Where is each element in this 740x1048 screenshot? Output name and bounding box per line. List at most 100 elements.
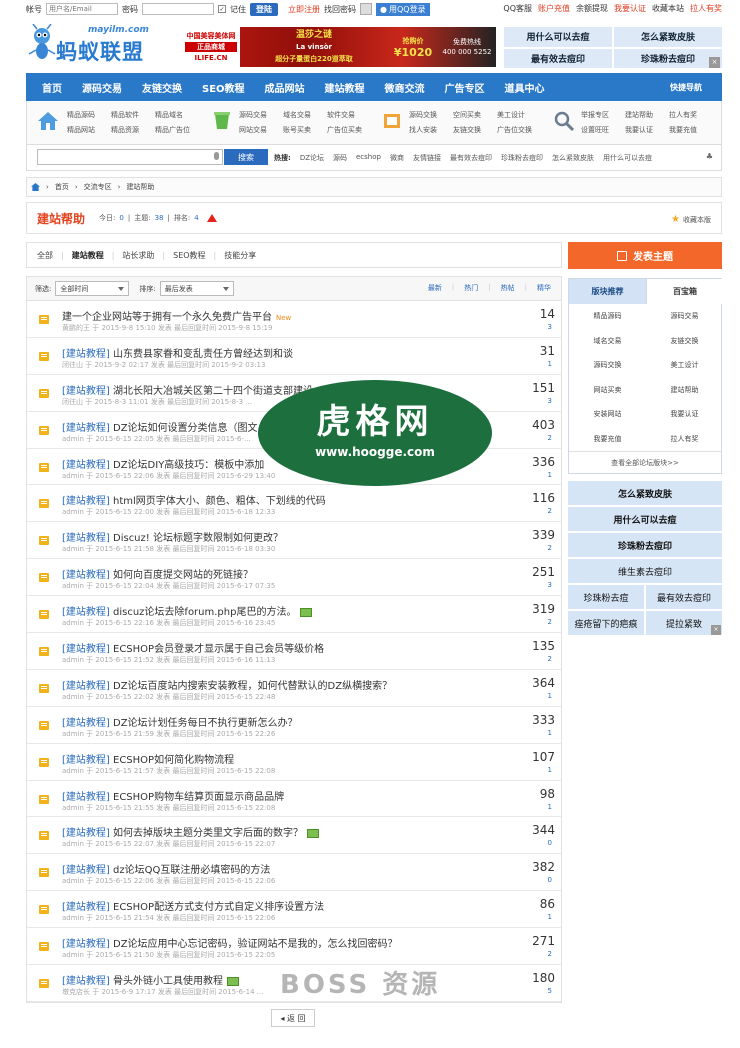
sidebar-forum-link[interactable]: 网站买卖 — [569, 378, 646, 402]
quick-nav-button[interactable]: 快捷导航 — [660, 82, 712, 93]
sidebar-ad[interactable]: 用什么可以去痘 — [568, 507, 722, 531]
subnav-link[interactable]: 域名交易 — [283, 110, 311, 120]
table-row[interactable]: [建站教程] ECSHOP如何简化购物流程 admin 于 2015-6-15 2… — [27, 744, 561, 781]
recharge-link[interactable]: 账户充值 — [538, 3, 570, 14]
time-filter-select[interactable]: 全部时间 — [55, 281, 130, 296]
sidebar-ad[interactable]: 痤疮留下的疤痕 — [568, 611, 644, 635]
view-count[interactable]: 1 — [548, 692, 552, 700]
table-row[interactable]: 建一个企业网站等于拥有一个永久免费广告平台 New 黄鹏的王 于 2015-9-8 … — [27, 301, 561, 338]
subnav-link[interactable]: 找人安装 — [409, 125, 437, 135]
hot-search-item[interactable]: 友情链接 — [413, 153, 441, 163]
thread-category[interactable]: [建站教程] — [62, 644, 110, 655]
view-count[interactable]: 2 — [548, 618, 552, 626]
tab-tutorials[interactable]: 建站教程 — [72, 250, 104, 261]
sidebar-ad[interactable]: 珍珠粉去痘印 — [568, 533, 722, 557]
thread-category[interactable]: [建站教程] — [62, 607, 110, 618]
withdraw-link[interactable]: 余额提现 — [576, 3, 608, 14]
thread-category[interactable]: [建站教程] — [62, 792, 110, 803]
tab-recommend[interactable]: 版块推荐 — [569, 279, 646, 304]
nav-item-props[interactable]: 道具中心 — [495, 80, 555, 95]
view-count[interactable]: 3 — [548, 397, 552, 405]
table-row[interactable]: [建站教程] dz论坛QQ互联注册必填密码的方法 admin 于 2015-6-1… — [27, 854, 561, 892]
tab-all[interactable]: 全部 — [37, 250, 53, 261]
register-link[interactable]: 立即注册 — [288, 4, 320, 15]
thread-title[interactable]: [建站教程] 山东费县家眷和变乱责任方曾经达到和谈 — [62, 345, 293, 360]
forgot-password-link[interactable]: 找回密码 — [324, 4, 356, 15]
thread-category[interactable]: [建站教程] — [62, 460, 110, 471]
thread-category[interactable]: [建站教程] — [62, 533, 110, 544]
subnav-link[interactable]: 源码交易 — [239, 110, 267, 120]
thread-subject[interactable]: 山东费县家眷和变乱责任方曾经达到和谈 — [113, 349, 293, 360]
table-row[interactable]: [建站教程] Discuz! 论坛标题字数限制如何更改？ admin 于 2015… — [27, 522, 561, 560]
sidebar-forum-link[interactable]: 源码交易 — [646, 304, 723, 328]
thread-subject[interactable]: DZ论坛计划任务每日不执行更新怎么办？ — [113, 718, 298, 729]
hot-search-item[interactable]: 用什么可以去痘 — [603, 153, 652, 163]
thread-subject[interactable]: DZ论坛应用中心忘记密码，验证网站不是我的，怎么找回密码？ — [113, 939, 398, 950]
header-ad-1[interactable]: 用什么可以去痘 — [504, 27, 612, 47]
view-count[interactable]: 2 — [548, 544, 552, 552]
thread-subject[interactable]: 如何去掉版块主题分类里文字后面的数字？ — [113, 828, 303, 839]
thread-category[interactable]: [建站教程] — [62, 976, 110, 987]
sidebar-forum-link[interactable]: 精品源码 — [569, 304, 646, 328]
thread-subject[interactable]: ECSHOP配送方式支付方式自定义排序设置方法 — [113, 902, 324, 913]
thread-title[interactable]: 建一个企业网站等于拥有一个永久免费广告平台 New — [62, 308, 291, 323]
login-button[interactable]: 登陆 — [250, 2, 278, 16]
subnav-link[interactable]: 精品网站 — [67, 125, 95, 135]
thread-subject[interactable]: DZ论坛DIY高级技巧：模板中添加 — [113, 460, 264, 471]
tab-seo[interactable]: SEO教程 — [173, 250, 205, 261]
thread-subject[interactable]: ECSHOP会员登录才显示属于自己会员等级价格 — [113, 644, 324, 655]
subnav-link[interactable]: 精品软件 — [111, 110, 139, 120]
view-all-forums-link[interactable]: 查看全部论坛版块>> — [569, 451, 721, 473]
invite-link[interactable]: 拉人有奖 — [690, 3, 722, 14]
nav-item-source-trade[interactable]: 源码交易 — [72, 80, 132, 95]
sidebar-forum-link[interactable]: 美工设计 — [646, 353, 723, 377]
nav-item-ads[interactable]: 广告专区 — [435, 80, 495, 95]
microphone-icon[interactable] — [214, 152, 219, 160]
sidebar-forum-link[interactable]: 友链交换 — [646, 329, 723, 353]
thread-category[interactable]: [建站教程] — [62, 570, 110, 581]
settings-icon[interactable]: ♣ — [706, 152, 713, 161]
thread-title[interactable]: [建站教程] Discuz! 论坛标题字数限制如何更改？ — [62, 529, 283, 544]
subnav-link[interactable]: 我要认证 — [625, 125, 653, 135]
breadcrumb-section[interactable]: 交流专区 — [84, 182, 112, 192]
subnav-link[interactable]: 精品资源 — [111, 125, 139, 135]
view-count[interactable]: 2 — [548, 434, 552, 442]
thread-subject[interactable]: discuz论坛去除forum.php尾巴的方法。 — [113, 607, 296, 618]
hot-search-item[interactable]: 最有效去痘印 — [450, 153, 492, 163]
subnav-link[interactable]: 空间买卖 — [453, 110, 481, 120]
subnav-link[interactable]: 广告位买卖 — [327, 125, 362, 135]
account-input[interactable] — [46, 3, 118, 15]
subnav-link[interactable]: 建站帮助 — [625, 110, 653, 120]
favorite-forum-button[interactable]: ★ 收藏本版 — [671, 214, 711, 225]
header-ad-3[interactable]: 最有效去痘印 — [504, 48, 612, 68]
hot-search-item[interactable]: DZ论坛 — [300, 153, 324, 163]
nav-item-home[interactable]: 首页 — [32, 80, 72, 95]
subnav-link[interactable]: 精品域名 — [155, 110, 183, 120]
table-row[interactable]: [建站教程] DZ论坛应用中心忘记密码，验证网站不是我的，怎么找回密码？ admi… — [27, 928, 561, 966]
thread-subject[interactable]: html网页字体大小、颜色、粗体、下划线的代码 — [113, 496, 326, 507]
view-count[interactable]: 1 — [548, 913, 552, 921]
view-count[interactable]: 3 — [548, 581, 552, 589]
view-count[interactable]: 1 — [548, 803, 552, 811]
nav-item-seo[interactable]: SEO教程 — [192, 80, 255, 95]
thread-title[interactable]: [建站教程] 如何去掉版块主题分类里文字后面的数字？ — [62, 824, 319, 839]
bookmark-link[interactable]: 收藏本站 — [652, 3, 684, 14]
breadcrumb-current[interactable]: 建站帮助 — [126, 182, 154, 192]
password-input[interactable] — [142, 3, 214, 15]
sidebar-forum-link[interactable]: 域名交易 — [569, 329, 646, 353]
thread-title[interactable]: [建站教程] DZ论坛如何设置分类信息（图文 — [62, 419, 258, 434]
new-thread-button[interactable]: 发表主题 — [568, 242, 722, 269]
remember-checkbox[interactable]: ✓ — [218, 5, 226, 13]
verify-link[interactable]: 我要认证 — [614, 3, 646, 14]
tab-skills[interactable]: 技能分享 — [224, 250, 256, 261]
close-sidebar-ad-icon[interactable]: × — [711, 625, 721, 635]
sort-digest[interactable]: 精华 — [537, 283, 551, 293]
nav-item-tutorials[interactable]: 建站教程 — [315, 80, 375, 95]
thread-title[interactable]: [建站教程] ECSHOP购物车结算页面显示商品品牌 — [62, 788, 284, 803]
hot-search-item[interactable]: 怎么紧致皮肤 — [552, 153, 594, 163]
tab-toolbox[interactable]: 百宝箱 — [646, 279, 723, 304]
table-row[interactable]: [建站教程] DZ论坛百度站内搜索安装教程，如何代替默认的DZ纵横搜索？ admi… — [27, 670, 561, 707]
thread-category[interactable]: [建站教程] — [62, 349, 110, 360]
thread-title[interactable]: [建站教程] ECSHOP如何简化购物流程 — [62, 751, 234, 766]
site-logo[interactable]: mayilm.com 蚂蚁联盟 — [28, 20, 176, 70]
